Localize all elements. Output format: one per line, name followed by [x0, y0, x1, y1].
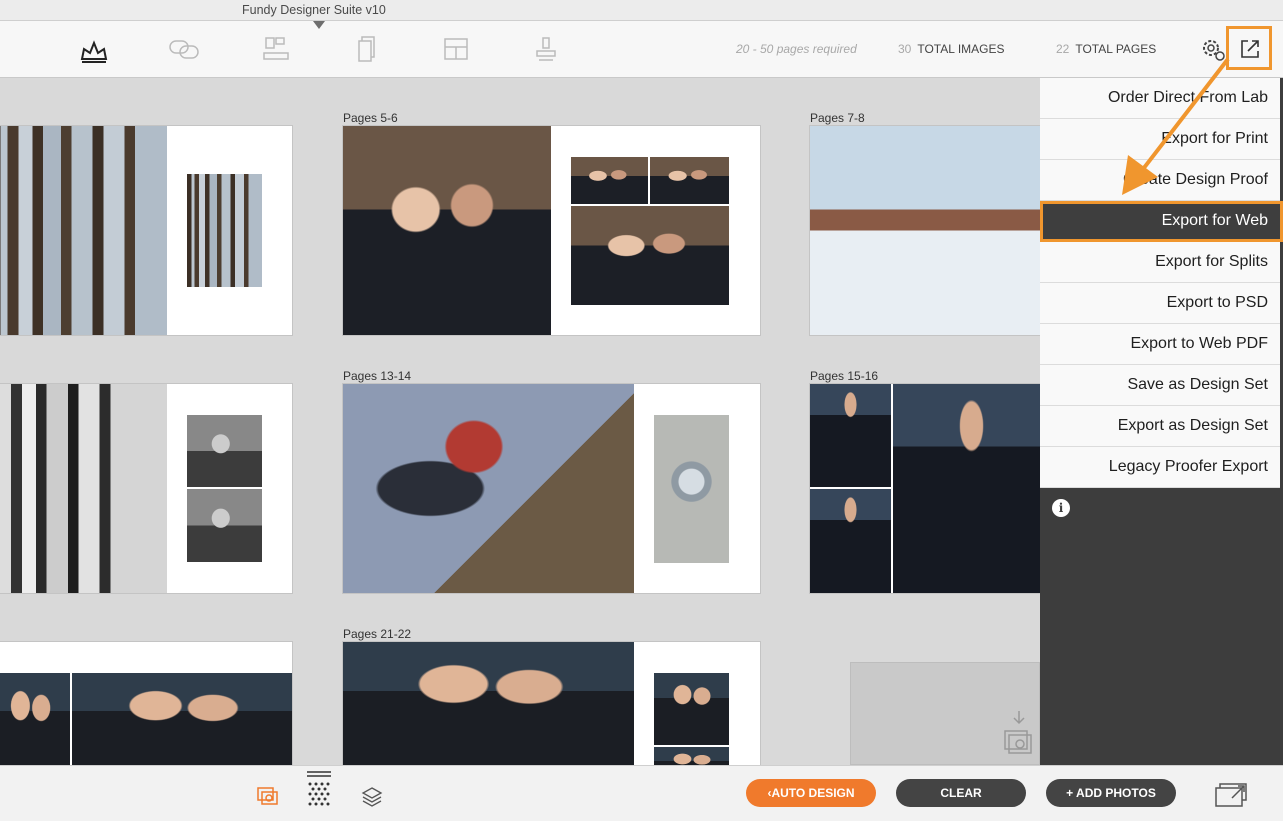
spread-7-8[interactable] [810, 126, 1040, 335]
page-label: Pages 5-6 [343, 111, 398, 125]
spread-19-20[interactable] [0, 642, 292, 765]
add-spread-drop-zone[interactable] [850, 662, 1040, 765]
add-photos-button[interactable]: + ADD PHOTOS [1046, 779, 1176, 807]
photo-blanket-lying[interactable] [343, 384, 634, 593]
menu-export-for-print[interactable]: Export for Print [1040, 119, 1280, 160]
menu-export-as-design-set[interactable]: Export as Design Set [1040, 406, 1280, 447]
export-dropdown-menu: Order Direct From Lab Export for Print C… [1040, 78, 1283, 765]
menu-export-for-web[interactable]: Export for Web [1040, 201, 1283, 242]
photo-ring-closeup[interactable] [654, 415, 729, 563]
active-tab-pointer [313, 21, 325, 29]
photo-ice-walk[interactable] [810, 126, 1040, 335]
total-images-label: TOTAL IMAGES [917, 42, 1005, 56]
total-images-count: 30 [898, 42, 912, 56]
photo-couple-small-1[interactable] [571, 157, 648, 204]
menu-save-as-design-set[interactable]: Save as Design Set [1040, 365, 1280, 406]
photo-dark-hug[interactable] [343, 642, 634, 765]
export-icon [1241, 40, 1259, 58]
photo-couple-nose[interactable] [571, 206, 729, 305]
total-pages-stat: 22 TOTAL PAGES [1056, 42, 1156, 56]
photo-forest-walk[interactable] [0, 126, 167, 335]
photo-dark-couple-1[interactable] [0, 673, 70, 765]
menu-order-direct-from-lab[interactable]: Order Direct From Lab [1040, 78, 1280, 119]
photo-bw-forest[interactable] [0, 384, 167, 593]
spread-21-22[interactable] [343, 642, 760, 765]
window-title: Fundy Designer Suite v10 [242, 3, 386, 17]
album-icon[interactable] [78, 35, 110, 65]
stamp-icon[interactable] [530, 35, 562, 65]
spread-11-12[interactable] [0, 384, 292, 593]
clear-button[interactable]: CLEAR [896, 779, 1026, 807]
auto-design-label: AUTO DESIGN [771, 786, 855, 800]
photo-bw-couple-1[interactable] [187, 415, 262, 487]
photo-studio-man[interactable] [810, 384, 891, 487]
page-label: Pages 21-22 [343, 627, 412, 641]
page-label: Pages 15-16 [810, 369, 879, 383]
photo-dark-small-1[interactable] [654, 673, 729, 745]
menu-legacy-proofer-export[interactable]: Legacy Proofer Export [1040, 447, 1280, 488]
photo-forest-tall[interactable] [187, 174, 262, 287]
layout-icon[interactable] [440, 35, 472, 65]
photo-studio-woman[interactable] [810, 489, 891, 593]
export-menu-button[interactable] [1226, 26, 1272, 70]
spread-3-4[interactable] [0, 126, 292, 335]
spread-15-16[interactable] [810, 384, 1040, 593]
title-bar: Fundy Designer Suite v10 [0, 0, 1283, 21]
patterns-icon[interactable] [306, 770, 332, 810]
bottom-bar: ‹AUTO DESIGN CLEAR + ADD PHOTOS [0, 765, 1283, 821]
cards-icon[interactable] [350, 35, 382, 65]
wall-art-icon[interactable] [260, 35, 292, 65]
layers-icon[interactable] [359, 783, 385, 809]
photo-couple-kiss[interactable] [343, 126, 551, 335]
menu-create-design-proof[interactable]: Create Design Proof [1040, 160, 1280, 201]
info-icon[interactable]: i [1052, 499, 1070, 517]
page-label: Pages 7-8 [810, 111, 865, 125]
chat-icon[interactable] [168, 35, 200, 65]
spread-workspace: Pages 5-6 Pages 7-8 Pages 13-14 Pages 15… [0, 78, 1040, 765]
photo-studio-couple[interactable] [893, 384, 1040, 593]
auto-design-button[interactable]: ‹AUTO DESIGN [746, 779, 876, 807]
drop-photos-icon [1004, 711, 1032, 754]
settings-gear-icon[interactable] [1199, 36, 1227, 64]
photo-dark-couple-2[interactable] [72, 673, 292, 765]
total-pages-label: TOTAL PAGES [1075, 42, 1157, 56]
photo-couple-small-2[interactable] [650, 157, 729, 204]
menu-export-to-psd[interactable]: Export to PSD [1040, 283, 1280, 324]
photo-bw-couple-2[interactable] [187, 489, 262, 562]
spread-13-14[interactable] [343, 384, 760, 593]
pages-required: 20 - 50 pages required [736, 42, 857, 56]
page-label: Pages 13-14 [343, 369, 412, 383]
menu-export-for-splits[interactable]: Export for Splits [1040, 242, 1280, 283]
photo-dark-small-2[interactable] [654, 747, 729, 765]
export-bottom-icon[interactable] [1214, 780, 1250, 808]
total-images-stat: 30 TOTAL IMAGES [898, 42, 1005, 56]
photos-panel-icon[interactable] [255, 783, 281, 809]
spread-5-6[interactable] [343, 126, 760, 335]
main-toolbar: 20 - 50 pages required 30 TOTAL IMAGES 22… [0, 21, 1283, 78]
menu-export-to-web-pdf[interactable]: Export to Web PDF [1040, 324, 1280, 365]
total-pages-count: 22 [1056, 42, 1070, 56]
